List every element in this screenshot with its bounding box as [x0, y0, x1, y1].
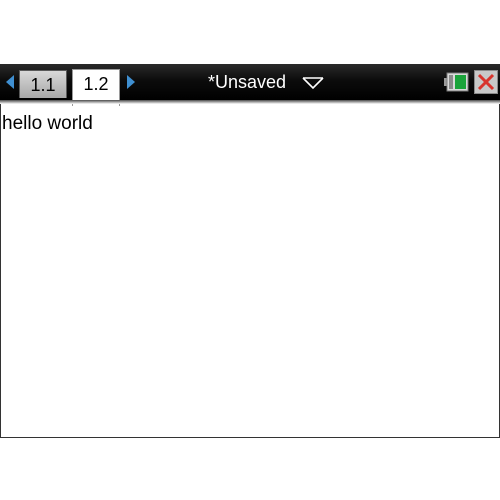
close-button[interactable]	[474, 70, 498, 94]
notes-text[interactable]: hello world	[2, 113, 93, 135]
tab-1-1[interactable]: 1.1	[19, 70, 67, 98]
document-title[interactable]: *Unsaved	[208, 70, 286, 94]
next-tab-arrow-icon[interactable]	[127, 75, 135, 89]
close-icon	[477, 73, 495, 91]
battery-icon	[444, 72, 469, 92]
calculator-screen: 1.1 1.2 *Unsaved hello world	[0, 64, 500, 438]
title-bar: 1.1 1.2 *Unsaved	[0, 64, 500, 106]
chevron-down-icon[interactable]	[302, 76, 324, 90]
previous-tab-arrow-icon[interactable]	[6, 75, 14, 89]
document-page[interactable]	[0, 104, 500, 438]
